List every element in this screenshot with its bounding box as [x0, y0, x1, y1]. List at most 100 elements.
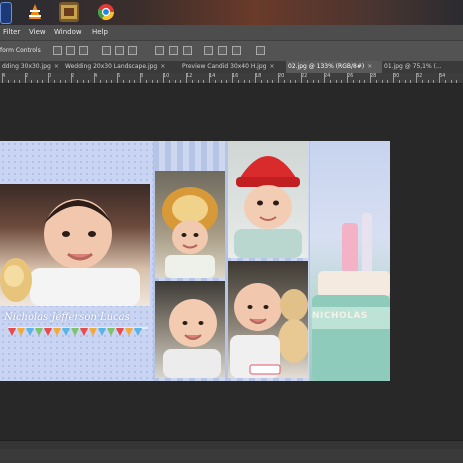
baby-lion-hat-photo — [155, 171, 225, 278]
distribute-right-icon[interactable] — [232, 46, 241, 55]
ruler-tick — [122, 80, 124, 83]
menu-filter[interactable]: Filter — [3, 28, 20, 36]
document-tab-bar: dding 30x30.jpg × Wedding 20x30 Landscape… — [0, 61, 463, 73]
photoshop-app-icon[interactable] — [0, 2, 12, 24]
ruler-tick — [283, 80, 285, 83]
ruler-tick — [232, 73, 233, 83]
ruler-tick — [306, 80, 308, 83]
ruler-tick — [295, 80, 297, 83]
tab-01[interactable]: 01.jpg @ 75,1% (... — [382, 61, 463, 73]
os-taskbar — [0, 0, 463, 25]
ruler-tick — [191, 80, 193, 83]
tab-label: 02.jpg @ 133% (RGB/8#) — [288, 63, 365, 70]
ruler-tick — [94, 73, 95, 83]
align-top-icon[interactable] — [53, 46, 62, 55]
ruler-tick — [416, 73, 417, 83]
distribute-bottom-icon[interactable] — [183, 46, 192, 55]
ruler-tick — [450, 80, 452, 83]
ruler-tick — [25, 73, 26, 83]
ruler-tick — [364, 80, 366, 83]
close-icon[interactable]: × — [160, 63, 165, 70]
menu-window[interactable]: Window — [54, 28, 82, 36]
align-vcenter-icon[interactable] — [66, 46, 75, 55]
transform-controls-label[interactable]: form Controls — [0, 47, 41, 54]
ruler-tick — [71, 73, 72, 83]
tab-preview-candid[interactable]: Preview Candid 30x40 H.jpg × — [180, 61, 287, 73]
chrome-icon[interactable] — [96, 2, 116, 22]
bunting-decoration — [8, 327, 148, 336]
ruler-tick — [180, 80, 182, 83]
ruler-tick — [174, 80, 176, 83]
ruler-tick — [128, 80, 130, 83]
distribute-vcenter-icon[interactable] — [169, 46, 178, 55]
align-right-icon[interactable] — [128, 46, 137, 55]
ruler-tick — [209, 73, 210, 83]
ruler-tick — [203, 80, 205, 83]
close-icon[interactable]: × — [269, 63, 274, 70]
ruler-tick — [318, 80, 320, 83]
ruler-tick — [433, 80, 435, 83]
ruler-tick — [151, 80, 153, 83]
horizontal-ruler[interactable]: 4 2 0 2 4 6 8 10 12 14 16 18 20 22 24 26 28 30 32 34 — [0, 73, 463, 84]
align-bottom-icon[interactable] — [79, 46, 88, 55]
ruler-tick — [393, 73, 394, 83]
distribute-top-icon[interactable] — [155, 46, 164, 55]
ruler-tick — [352, 80, 354, 83]
tab-wedding-landscape[interactable]: Wedding 20x30 Landscape.jpg × — [63, 61, 179, 73]
align-left-icon[interactable] — [102, 46, 111, 55]
ruler-tick — [186, 73, 187, 83]
tab-label: Preview Candid 30x40 H.jpg — [182, 63, 267, 70]
ruler-tick — [444, 80, 446, 83]
ruler-tick — [82, 80, 84, 83]
menu-view[interactable]: View — [29, 28, 46, 36]
canvas-area[interactable]: Nicholas Jefferson Lucas NICHOLAS — [0, 84, 463, 440]
tab-label: dding 30x30.jpg — [2, 63, 51, 70]
ruler-tick — [404, 80, 406, 83]
baby-smile-photo — [155, 281, 225, 378]
ruler-tick — [197, 80, 199, 83]
status-bar — [0, 449, 463, 463]
ruler-tick — [341, 80, 343, 83]
distribute-hcenter-icon[interactable] — [218, 46, 227, 55]
film-app-icon[interactable] — [59, 2, 79, 22]
ruler-tick — [421, 80, 423, 83]
ruler-tick — [278, 73, 279, 83]
ruler-tick — [375, 80, 377, 83]
ruler-tick — [48, 73, 49, 83]
align-hcenter-icon[interactable] — [115, 46, 124, 55]
close-icon[interactable]: × — [54, 63, 59, 70]
ruler-tick — [410, 80, 412, 83]
ruler-tick — [13, 80, 15, 83]
baby-teddy-photo — [228, 261, 308, 378]
ruler-tick — [398, 80, 400, 83]
ruler-tick — [427, 80, 429, 83]
vlc-icon[interactable] — [25, 2, 45, 22]
ruler-tick — [226, 80, 228, 83]
tab-wedding-30x30[interactable]: dding 30x30.jpg × — [0, 61, 64, 73]
close-icon[interactable]: × — [367, 63, 372, 70]
cake-photo: NICHOLAS — [310, 141, 390, 381]
ruler-tick — [329, 80, 331, 83]
tab-label: 01.jpg @ 75,1% (... — [384, 63, 442, 70]
distribute-left-icon[interactable] — [204, 46, 213, 55]
ruler-tick — [19, 80, 21, 83]
ruler-tick — [42, 80, 44, 83]
document-canvas[interactable]: Nicholas Jefferson Lucas NICHOLAS — [0, 141, 390, 381]
menu-help[interactable]: Help — [92, 28, 108, 36]
tab-02-active[interactable]: 02.jpg @ 133% (RGB/8#) × — [286, 61, 382, 73]
auto-align-icon[interactable] — [256, 46, 265, 55]
ruler-tick — [387, 80, 389, 83]
ruler-tick — [289, 80, 291, 83]
menu-bar: Filter View Window Help — [0, 25, 463, 40]
ruler-tick — [347, 73, 348, 83]
ruler-tick — [117, 73, 118, 83]
ruler-tick — [255, 73, 256, 83]
ruler-tick — [312, 80, 314, 83]
options-bar: form Controls — [0, 40, 463, 62]
cake-text: NICHOLAS — [312, 311, 368, 321]
ruler-tick — [335, 80, 337, 83]
ruler-tick — [163, 73, 164, 83]
ruler-tick — [243, 80, 245, 83]
ruler-tick — [214, 80, 216, 83]
ruler-tick — [301, 73, 302, 83]
